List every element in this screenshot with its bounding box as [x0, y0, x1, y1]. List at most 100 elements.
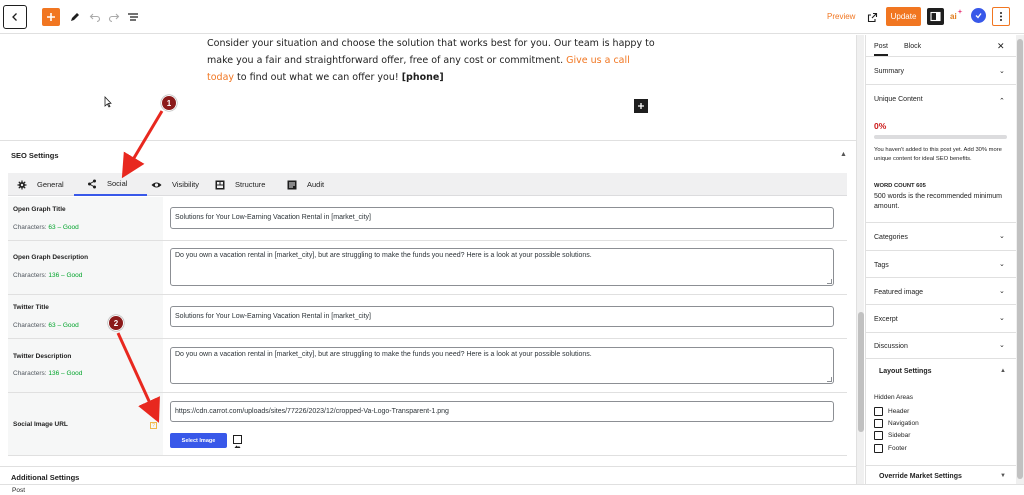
additional-settings-header[interactable]: Additional Settings [0, 466, 856, 484]
resize-handle-icon[interactable] [827, 279, 832, 284]
tab-label: Structure [235, 180, 266, 189]
field-label: Twitter Description [13, 353, 72, 360]
tab-general[interactable]: General [17, 173, 64, 196]
char-count: Characters: 136 – Good [13, 370, 83, 377]
og-title-input[interactable]: Solutions for Your Low-Earning Vacation … [170, 207, 834, 229]
checkbox[interactable] [874, 419, 883, 428]
editor-footer: Post [0, 484, 1024, 495]
block-inserter-button[interactable] [634, 99, 648, 113]
chevron-down-icon: ⌄ [999, 288, 1005, 295]
collapse-up-icon[interactable]: ▲ [1000, 368, 1006, 374]
field-label: Open Graph Title [13, 206, 66, 213]
checkbox[interactable] [874, 431, 883, 440]
paragraph-block[interactable]: Consider your situation and choose the s… [207, 35, 657, 86]
redo-button[interactable] [105, 8, 123, 26]
pencil-icon [71, 13, 79, 21]
breadcrumb[interactable]: Post [12, 487, 25, 494]
settings-toggle-button[interactable] [927, 8, 944, 25]
tab-visibility[interactable]: Visibility [151, 173, 199, 196]
tab-audit[interactable]: Audit [287, 173, 324, 196]
panel-title: Tags [874, 262, 889, 269]
preview-link[interactable]: Preview [827, 12, 855, 21]
panel-title[interactable]: Unique Content [874, 96, 923, 103]
count-status: 63 – Good [48, 322, 79, 329]
audit-icon [287, 180, 297, 190]
sidebar-scrollbar[interactable] [1016, 35, 1024, 484]
panel-title: Featured image [874, 289, 924, 296]
unique-percent: 0% [874, 121, 887, 131]
panel-featured-image[interactable]: Featured image ⌄ [866, 278, 1017, 305]
options-menu-button[interactable] [992, 7, 1010, 26]
scroll-thumb[interactable] [1017, 39, 1023, 479]
word-count-label: WORD COUNT 605 [874, 183, 926, 189]
override-market-header[interactable]: Override Market Settings ▼ [866, 465, 1017, 484]
tools-button[interactable] [66, 8, 84, 26]
sidebar-tabs: Post Block ✕ [866, 35, 1017, 57]
chevron-down-icon: ⌄ [999, 261, 1005, 268]
twitter-title-input[interactable]: Solutions for Your Low-Earning Vacation … [170, 306, 834, 327]
panel-title: Categories [874, 234, 908, 241]
checkbox-navigation[interactable]: Navigation [874, 419, 919, 428]
tab-structure[interactable]: Structure [215, 173, 265, 196]
redo-icon [108, 13, 120, 23]
checkbox[interactable] [874, 444, 883, 453]
checkbox[interactable] [874, 407, 883, 416]
add-block-button[interactable] [42, 8, 60, 26]
scroll-thumb[interactable] [858, 312, 864, 432]
twitter-description-textarea[interactable]: Do you own a vacation rental in [market_… [170, 347, 834, 384]
share-icon [87, 179, 97, 189]
checkbox-sidebar[interactable]: Sidebar [874, 431, 910, 440]
external-link-icon [867, 12, 877, 22]
help-icon[interactable]: ? [150, 422, 157, 429]
resize-handle-icon[interactable] [827, 377, 832, 382]
eye-icon [151, 180, 162, 190]
mouse-cursor-icon [104, 96, 112, 108]
tab-label: Visibility [172, 180, 199, 189]
panel-excerpt[interactable]: Excerpt ⌄ [866, 305, 1017, 333]
structure-icon [215, 180, 225, 190]
panel-categories[interactable]: Categories ⌄ [866, 223, 1017, 251]
view-post-button[interactable] [863, 8, 881, 26]
checkbox-footer[interactable]: Footer [874, 444, 907, 453]
back-button[interactable] [3, 5, 27, 29]
tab-label: General [37, 180, 64, 189]
more-vertical-icon [1000, 12, 1002, 21]
seo-settings-header[interactable]: SEO Settings ▲ [0, 140, 856, 168]
panel-discussion[interactable]: Discussion ⌄ [866, 333, 1017, 359]
panel-title: Summary [874, 68, 904, 75]
og-description-textarea[interactable]: Do you own a vacation rental in [market_… [170, 248, 834, 286]
char-count: Characters: 63 – Good [13, 224, 79, 231]
tab-post[interactable]: Post [874, 43, 889, 56]
document-overview-button[interactable] [124, 8, 142, 26]
image-preview-icon[interactable] [233, 435, 242, 448]
undo-button[interactable] [86, 8, 104, 26]
tab-label: Social [107, 179, 128, 188]
field-label: Twitter Title [13, 304, 49, 311]
check-icon [975, 13, 982, 19]
list-view-icon [128, 13, 138, 21]
layout-settings-title[interactable]: Layout Settings [879, 368, 932, 375]
seo-settings-title: SEO Settings [11, 151, 59, 160]
additional-settings-title: Additional Settings [11, 473, 80, 482]
chevron-up-icon[interactable]: ⌃ [999, 97, 1005, 105]
collapse-up-icon[interactable]: ▲ [840, 151, 847, 158]
editor-canvas: Consider your situation and choose the s… [0, 35, 856, 139]
status-check-button[interactable] [971, 8, 986, 23]
checkbox-header[interactable]: Header [874, 407, 909, 416]
field-label: Open Graph Description [13, 254, 89, 261]
close-icon[interactable]: ✕ [997, 41, 1005, 52]
seo-tabs: General Social Visibility Structure Audi… [8, 173, 847, 196]
tab-block[interactable]: Block [904, 43, 921, 50]
ai-label: ai [950, 12, 957, 21]
update-button[interactable]: Update [886, 7, 921, 26]
panel-tags[interactable]: Tags ⌄ [866, 251, 1017, 278]
panel-summary[interactable]: Summary ⌄ [866, 58, 1017, 85]
og-title-row: Open Graph Title Characters: 63 – Good S… [8, 197, 847, 241]
tab-social[interactable]: Social [74, 173, 147, 196]
select-image-button[interactable]: Select Image [170, 433, 227, 448]
ai-assistant-button[interactable]: ai [948, 7, 966, 25]
social-image-url-input[interactable]: https://cdn.carrot.com/uploads/sites/772… [170, 401, 834, 422]
panel-title: Discussion [874, 343, 908, 350]
editor-scrollbar[interactable] [856, 35, 864, 484]
override-market-title: Override Market Settings [879, 473, 962, 480]
